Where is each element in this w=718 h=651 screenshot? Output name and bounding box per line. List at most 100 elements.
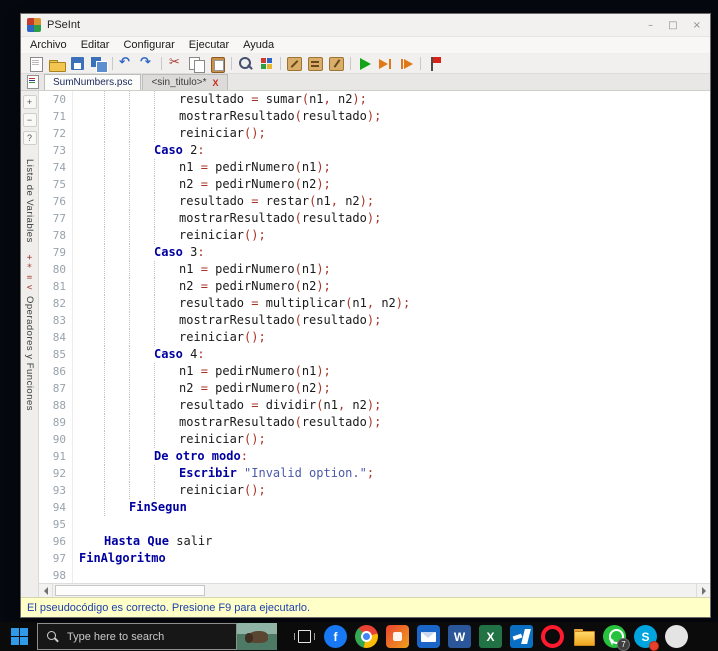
- paste-icon[interactable]: [208, 55, 227, 73]
- vscode-icon[interactable]: [510, 625, 533, 648]
- pencil-tool-icon[interactable]: [327, 55, 346, 73]
- chrome-icon[interactable]: [355, 625, 378, 648]
- code-line[interactable]: 85 Caso 4:: [39, 346, 710, 363]
- code-token: );: [316, 177, 331, 191]
- file-explorer-icon[interactable]: [572, 625, 595, 648]
- code-editor[interactable]: 70 resultado = sumar(n1, n2); 71 mostrarRes…: [39, 91, 710, 583]
- start-button[interactable]: [11, 628, 28, 645]
- code-line[interactable]: 70 resultado = sumar(n1, n2);: [39, 91, 710, 108]
- code-line[interactable]: 92 Escribir "Invalid option.";: [39, 465, 710, 482]
- code-line[interactable]: 73 Caso 2:: [39, 142, 710, 159]
- copy-icon[interactable]: [187, 55, 206, 73]
- indent-guide: [129, 346, 154, 363]
- wand-tool-icon[interactable]: [285, 55, 304, 73]
- panel-tab-operators[interactable]: + * = < Operadores y Funciones: [24, 253, 35, 411]
- panel-tab-variables[interactable]: Lista de Variables: [24, 159, 35, 243]
- menu-ejecutar[interactable]: Ejecutar: [182, 37, 236, 53]
- code-line[interactable]: 77 mostrarResultado(resultado);: [39, 210, 710, 227]
- code-line[interactable]: 74 n1 = pedirNumero(n1);: [39, 159, 710, 176]
- indent-guide: [154, 295, 179, 312]
- skype-icon[interactable]: S: [634, 625, 659, 651]
- close-button[interactable]: ×: [690, 20, 704, 31]
- indent-guide: [154, 465, 179, 482]
- brush-tool-icon[interactable]: [306, 55, 325, 73]
- code-line[interactable]: 89 mostrarResultado(resultado);: [39, 414, 710, 431]
- scroll-right-button[interactable]: [696, 584, 710, 597]
- menu-ayuda[interactable]: Ayuda: [236, 37, 281, 53]
- search-box[interactable]: Type here to search: [37, 623, 237, 650]
- search-placeholder: Type here to search: [67, 630, 165, 643]
- code-line[interactable]: 87 n2 = pedirNumero(n2);: [39, 380, 710, 397]
- line-number: 92: [39, 465, 73, 482]
- run-step-icon[interactable]: [376, 55, 395, 73]
- code-line[interactable]: 94 FinSegun: [39, 499, 710, 516]
- run-icon[interactable]: [355, 55, 374, 73]
- mail-icon[interactable]: [417, 625, 440, 648]
- stop-flag-icon[interactable]: [425, 55, 444, 73]
- indent-guide: [104, 482, 129, 499]
- task-view-icon[interactable]: [293, 625, 316, 648]
- menu-configurar[interactable]: Configurar: [116, 37, 181, 53]
- scroll-thumb[interactable]: [55, 585, 205, 596]
- code-line[interactable]: 86 n1 = pedirNumero(n1);: [39, 363, 710, 380]
- word-icon[interactable]: W: [448, 625, 471, 648]
- partial-app-icon[interactable]: [665, 625, 688, 648]
- code-line[interactable]: 80 n1 = pedirNumero(n1);: [39, 261, 710, 278]
- redo-icon[interactable]: [138, 55, 157, 73]
- opera-icon[interactable]: [541, 625, 564, 648]
- find-icon[interactable]: [236, 55, 255, 73]
- whatsapp-icon[interactable]: 7: [603, 625, 630, 651]
- code-line[interactable]: 93 reiniciar();: [39, 482, 710, 499]
- code-line[interactable]: 88 resultado = dividir(n1, n2);: [39, 397, 710, 414]
- line-number: 94: [39, 499, 73, 516]
- code-line[interactable]: 84 reiniciar();: [39, 329, 710, 346]
- horizontal-scrollbar[interactable]: [39, 583, 710, 597]
- code-line[interactable]: 96 Hasta Que salir: [39, 533, 710, 550]
- code-line[interactable]: 76 resultado = restar(n1, n2);: [39, 193, 710, 210]
- color-grid-icon[interactable]: [257, 55, 276, 73]
- code-line[interactable]: 81 n2 = pedirNumero(n2);: [39, 278, 710, 295]
- code-line[interactable]: 82 resultado = multiplicar(n1, n2);: [39, 295, 710, 312]
- facebook-icon[interactable]: f: [324, 625, 347, 648]
- search-highlight-wildebeest-image[interactable]: [237, 623, 277, 650]
- code-line[interactable]: 91 De otro modo:: [39, 448, 710, 465]
- code-line[interactable]: 71 mostrarResultado(resultado);: [39, 108, 710, 125]
- indent-guide: [154, 125, 179, 142]
- zoom-in-icon[interactable]: +: [22, 95, 37, 109]
- menu-editar[interactable]: Editar: [74, 37, 117, 53]
- minimize-button[interactable]: –: [645, 20, 656, 31]
- help-icon[interactable]: ?: [22, 131, 37, 145]
- menu-archivo[interactable]: Archivo: [23, 37, 74, 53]
- code-line[interactable]: 90 reiniciar();: [39, 431, 710, 448]
- maximize-button[interactable]: □: [665, 20, 680, 31]
- code-line[interactable]: 75 n2 = pedirNumero(n2);: [39, 176, 710, 193]
- new-file-icon[interactable]: [26, 55, 45, 73]
- tab-sin-titulo[interactable]: <sin_titulo>* X: [142, 74, 228, 90]
- code-line[interactable]: 98: [39, 567, 710, 583]
- code-token: (: [316, 398, 324, 412]
- code-line[interactable]: 72 reiniciar();: [39, 125, 710, 142]
- code-line[interactable]: 95: [39, 516, 710, 533]
- scroll-left-button[interactable]: [39, 584, 53, 597]
- cut-icon[interactable]: [166, 55, 185, 73]
- code-token: );: [395, 296, 411, 310]
- undo-icon[interactable]: [117, 55, 136, 73]
- code-line[interactable]: 79 Caso 3:: [39, 244, 710, 261]
- code-line[interactable]: 78 reiniciar();: [39, 227, 710, 244]
- open-file-icon[interactable]: [47, 55, 66, 73]
- orange-app-icon[interactable]: [386, 625, 409, 648]
- indent-guide: [104, 346, 129, 363]
- code-token: n2: [301, 381, 317, 395]
- run-to-icon[interactable]: [397, 55, 416, 73]
- code-line[interactable]: 97 FinAlgoritmo: [39, 550, 710, 567]
- line-number: 96: [39, 533, 73, 550]
- save-as-icon[interactable]: [89, 55, 108, 73]
- code-line[interactable]: 83 mostrarResultado(resultado);: [39, 312, 710, 329]
- tab-sumnumbers[interactable]: SumNumbers.psc: [44, 74, 142, 90]
- close-tab-icon[interactable]: X: [213, 78, 219, 88]
- title-bar[interactable]: PSeInt – □ ×: [21, 14, 710, 37]
- zoom-out-icon[interactable]: −: [22, 113, 37, 127]
- save-icon[interactable]: [68, 55, 87, 73]
- window-title: PSeInt: [47, 19, 81, 31]
- excel-icon[interactable]: X: [479, 625, 502, 648]
